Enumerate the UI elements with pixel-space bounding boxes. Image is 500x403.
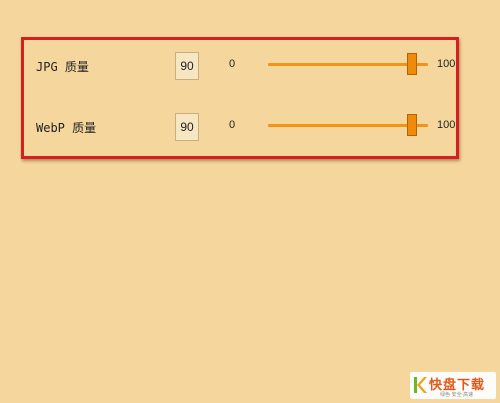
webp-quality-slider[interactable] (268, 114, 428, 136)
jpg-quality-min-label: 0 (229, 58, 236, 70)
webp-quality-max-label: 100 (437, 119, 456, 131)
jpg-quality-input[interactable]: 90 (175, 52, 199, 80)
jpg-quality-slider-thumb[interactable] (407, 53, 417, 75)
k-logo-icon (414, 377, 427, 393)
watermark-subtext: 绿色·安全·高速 (440, 392, 474, 398)
jpg-quality-row: JPG 质量 90 0 100 (24, 52, 456, 82)
jpg-quality-max-label: 100 (437, 58, 456, 70)
webp-quality-min-label: 0 (229, 119, 236, 131)
quality-settings-panel: JPG 质量 90 0 100 WebP 质量 90 0 100 (21, 37, 459, 159)
jpg-quality-slider[interactable] (268, 53, 428, 75)
webp-quality-row: WebP 质量 90 0 100 (24, 113, 456, 143)
watermark-logo: 快盘下载 绿色·安全·高速 (410, 372, 496, 399)
webp-quality-label: WebP 质量 (36, 121, 97, 135)
webp-quality-slider-thumb[interactable] (407, 114, 417, 136)
webp-quality-input[interactable]: 90 (175, 113, 199, 141)
jpg-quality-label: JPG 质量 (36, 60, 89, 74)
